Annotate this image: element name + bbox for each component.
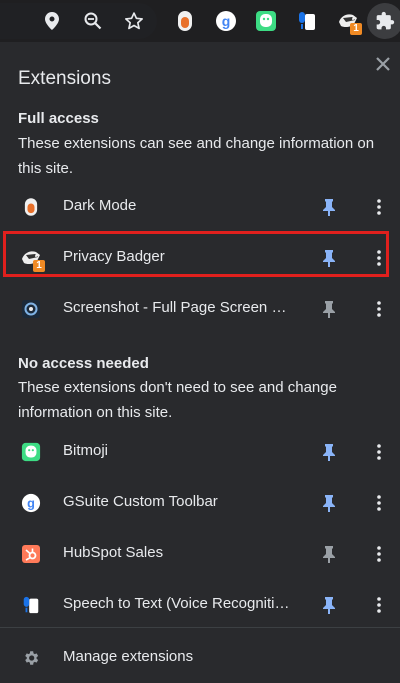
close-icon: [376, 57, 390, 71]
pin-icon[interactable]: [318, 298, 340, 320]
extension-row-dark-mode[interactable]: Dark Mode: [0, 182, 400, 232]
browser-toolbar: g 1: [0, 0, 400, 42]
extensions-puzzle-button[interactable]: [367, 3, 400, 39]
extension-label: Screenshot - Full Page Screen Capture: [63, 299, 295, 316]
extension-row-bitmoji[interactable]: Bitmoji: [0, 427, 400, 477]
more-options-icon[interactable]: [370, 594, 388, 616]
extension-row-screenshot[interactable]: Screenshot - Full Page Screen Capture: [0, 284, 400, 334]
extension-row-hubspot[interactable]: HubSpot Sales: [0, 529, 400, 579]
dark-mode-toolbar-icon[interactable]: [171, 7, 199, 35]
full-access-heading: Full access: [18, 110, 99, 127]
pin-icon[interactable]: [318, 492, 340, 514]
divider: [0, 627, 400, 628]
extension-row-gsuite[interactable]: g GSuite Custom Toolbar: [0, 478, 400, 528]
no-access-heading: No access needed: [18, 355, 149, 372]
location-icon[interactable]: [38, 7, 66, 35]
no-access-description: These extensions don't need to see and c…: [18, 379, 337, 421]
bitmoji-icon: [20, 441, 42, 463]
extension-label: Privacy Badger: [63, 248, 165, 265]
omnibox-end[interactable]: [0, 3, 157, 39]
manage-extensions-button[interactable]: Manage extensions: [0, 633, 400, 683]
speech-to-text-icon: [20, 594, 42, 616]
pin-icon[interactable]: [318, 594, 340, 616]
manage-extensions-label: Manage extensions: [63, 648, 194, 665]
extension-label: Dark Mode: [63, 197, 137, 214]
dark-mode-icon: [20, 196, 42, 218]
privacy-badger-toolbar-icon[interactable]: 1: [334, 7, 362, 35]
zoom-out-icon[interactable]: [79, 7, 107, 35]
extension-row-speech-to-text[interactable]: Speech to Text (Voice Recognition): [0, 580, 400, 630]
extension-label: HubSpot Sales: [63, 544, 164, 561]
bitmoji-toolbar-icon[interactable]: [252, 7, 280, 35]
svg-text:g: g: [27, 496, 35, 511]
pin-icon[interactable]: [318, 247, 340, 269]
pin-icon[interactable]: [318, 196, 340, 218]
more-options-icon[interactable]: [370, 247, 388, 269]
pin-icon[interactable]: [318, 543, 340, 565]
extension-row-privacy-badger[interactable]: 1 Privacy Badger: [0, 233, 400, 283]
extension-label: GSuite Custom Toolbar: [63, 493, 218, 510]
more-options-icon[interactable]: [370, 298, 388, 320]
screenshot-icon: [20, 298, 42, 320]
close-button[interactable]: [372, 53, 394, 75]
full-access-description: These extensions can see and change info…: [18, 135, 375, 177]
privacy-badger-badge: 1: [33, 260, 45, 272]
more-options-icon[interactable]: [370, 492, 388, 514]
privacy-badger-icon: 1: [20, 247, 45, 272]
hubspot-icon: [20, 543, 42, 565]
extension-label: Speech to Text (Voice Recognition): [63, 595, 295, 612]
more-options-icon[interactable]: [370, 543, 388, 565]
speech-to-text-toolbar-icon[interactable]: [293, 7, 321, 35]
more-options-icon[interactable]: [370, 441, 388, 463]
gsuite-toolbar-icon[interactable]: g: [212, 7, 240, 35]
privacy-badger-badge: 1: [350, 23, 362, 35]
more-options-icon[interactable]: [370, 196, 388, 218]
puzzle-icon: [376, 11, 395, 30]
pin-icon[interactable]: [318, 441, 340, 463]
extension-label: Bitmoji: [63, 442, 109, 459]
menu-title: Extensions: [18, 68, 111, 89]
svg-text:g: g: [222, 13, 231, 29]
extensions-menu: Extensions Full access These extensions …: [0, 42, 400, 679]
bookmark-star-icon[interactable]: [120, 7, 148, 35]
gsuite-icon: g: [20, 492, 42, 514]
gear-icon: [20, 647, 42, 669]
